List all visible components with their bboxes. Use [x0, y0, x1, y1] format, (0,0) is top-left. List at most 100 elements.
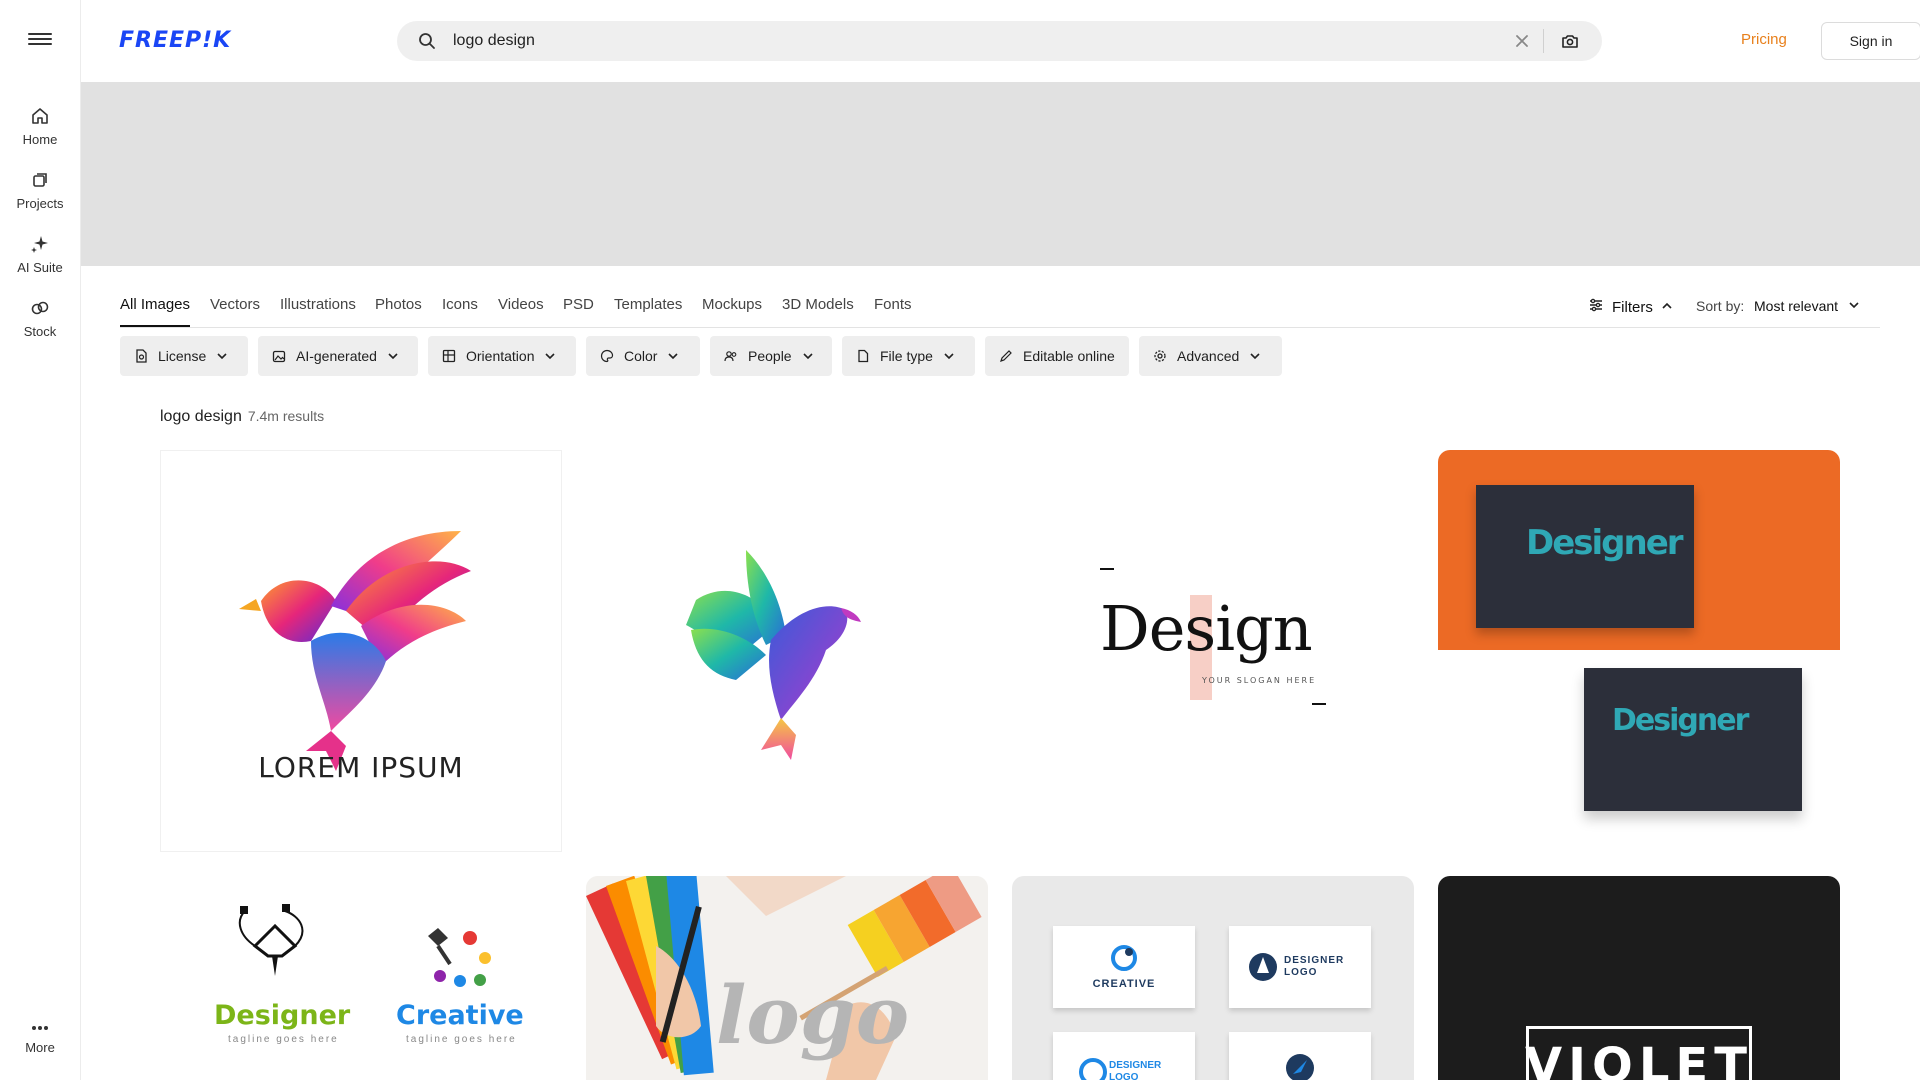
search-input[interactable] — [453, 29, 1453, 53]
home-icon — [30, 106, 50, 126]
filter-file-type[interactable]: File type — [842, 336, 975, 376]
filters-toggle[interactable]: Filters — [1588, 297, 1673, 317]
hummingbird-image — [686, 550, 861, 760]
search-divider — [1543, 29, 1544, 53]
filter-license[interactable]: License — [120, 336, 248, 376]
sidebar-item-more[interactable]: More — [0, 1020, 80, 1055]
result-tile[interactable]: CREATIVE DESIGNER LOGO DESIGNER LOGO — [1012, 876, 1414, 1080]
filter-label: AI-generated — [296, 348, 377, 364]
pen-tool-logo-image — [238, 904, 491, 987]
chevron-down-icon — [803, 353, 813, 360]
result-tile[interactable]: VIOLET — [1438, 876, 1840, 1080]
tab-3d-models[interactable]: 3D Models — [782, 296, 854, 313]
tab-fonts[interactable]: Fonts — [874, 296, 912, 313]
tab-photos[interactable]: Photos — [375, 296, 422, 313]
business-card-back: Designer — [1584, 668, 1802, 811]
sidebar-item-label: Projects — [16, 196, 64, 211]
chevron-down-icon — [668, 353, 679, 360]
tile-caption: Designer — [1612, 703, 1749, 738]
filter-people[interactable]: People — [710, 336, 832, 376]
result-tile[interactable]: Designer tagline goes here Creative tagl… — [160, 876, 562, 1080]
tile-subcaption: YOUR SLOGAN HERE — [1202, 676, 1317, 685]
card-caption: DESIGNER LOGO — [1109, 1060, 1162, 1080]
chevron-up-icon — [1661, 299, 1673, 316]
clear-icon[interactable] — [1512, 31, 1532, 51]
search-icon[interactable] — [417, 31, 437, 51]
tab-videos[interactable]: Videos — [498, 296, 544, 313]
card-caption: CREATIVE — [1092, 978, 1156, 990]
sidebar-item-projects[interactable]: Projects — [0, 170, 80, 211]
palette-icon — [600, 349, 614, 363]
card-caption: DESIGNER LOGO — [1284, 955, 1345, 978]
filter-label: Editable online — [1023, 348, 1115, 364]
orientation-icon — [442, 349, 456, 363]
results-query: logo design — [160, 408, 242, 425]
filter-label: License — [158, 348, 207, 364]
top-bar: FREEP!K Pricing Sign in — [81, 0, 1920, 82]
tab-templates[interactable]: Templates — [614, 296, 682, 313]
bird-logo-image — [239, 531, 471, 771]
brand-logo[interactable]: FREEP!K — [119, 28, 231, 53]
logo-card — [1229, 1032, 1371, 1080]
swirl-icon — [1111, 945, 1137, 971]
tile-subcaption-2: tagline goes here — [406, 1034, 517, 1045]
result-tile[interactable]: logo — [586, 876, 988, 1080]
tile-caption-2: Creative — [396, 1000, 524, 1031]
tile-caption: Design — [1100, 592, 1313, 665]
tab-mockups[interactable]: Mockups — [702, 296, 762, 313]
chevron-down-icon — [388, 353, 398, 360]
filter-editable-online[interactable]: Editable online — [985, 336, 1129, 376]
sidebar-item-label: Stock — [23, 324, 57, 339]
chevron-down-icon — [1848, 298, 1860, 314]
tile-caption: Designer — [1526, 523, 1684, 563]
tab-psd[interactable]: PSD — [563, 296, 594, 313]
result-tile[interactable]: Design YOUR SLOGAN HERE — [1012, 450, 1414, 852]
tab-illustrations[interactable]: Illustrations — [280, 296, 356, 313]
license-icon — [136, 349, 147, 363]
filter-label: Advanced — [1177, 348, 1240, 364]
results-summary: logo design 7.4m results — [160, 408, 324, 426]
pricing-link[interactable]: Pricing — [1741, 31, 1787, 48]
chevron-down-icon — [217, 353, 227, 360]
tile-subcaption: tagline goes here — [228, 1034, 339, 1045]
tile-caption: VIOLET — [1525, 1038, 1753, 1080]
business-card-front: Designer — [1476, 485, 1694, 628]
gear-icon — [1154, 350, 1166, 362]
result-tile[interactable]: LOREM IPSUM — [160, 450, 562, 852]
sort-label: Sort by: — [1696, 298, 1745, 314]
sort-value: Most relevant — [1754, 298, 1839, 314]
people-icon — [724, 351, 737, 362]
tab-icons[interactable]: Icons — [442, 296, 478, 313]
search-bar — [397, 21, 1602, 61]
results-count: 7.4m results — [247, 408, 325, 424]
corner-mark — [1312, 703, 1326, 705]
filter-advanced[interactable]: Advanced — [1139, 336, 1282, 376]
sidebar-item-home[interactable]: Home — [0, 106, 80, 147]
filter-color[interactable]: Color — [586, 336, 700, 376]
filter-orientation[interactable]: Orientation — [428, 336, 576, 376]
sort-select[interactable]: Most relevant — [1754, 298, 1860, 314]
menu-icon[interactable] — [28, 30, 52, 50]
tile-caption: LOREM IPSUM — [258, 751, 464, 784]
result-tile[interactable]: Designer Designer — [1438, 450, 1840, 852]
tab-vectors[interactable]: Vectors — [210, 296, 260, 313]
tile-caption: Designer — [214, 1000, 351, 1031]
camera-icon[interactable] — [1560, 31, 1580, 51]
pen-icon — [1000, 350, 1012, 362]
result-tile[interactable] — [586, 450, 988, 852]
projects-icon — [30, 170, 50, 190]
compass-icon — [1286, 1054, 1314, 1080]
chevron-down-icon — [944, 353, 954, 360]
sidebar-item-stock[interactable]: Stock — [0, 298, 80, 339]
ai-image-icon — [272, 350, 286, 363]
filter-label: People — [748, 348, 792, 364]
sparkle-icon — [30, 234, 50, 254]
tab-all-images[interactable]: All Images — [120, 296, 191, 327]
sidebar-item-label: More — [25, 1040, 55, 1055]
tile-caption: logo — [716, 968, 910, 1062]
sidebar-item-ai-suite[interactable]: AI Suite — [0, 234, 80, 275]
filters-label: Filters — [1612, 298, 1653, 316]
sign-in-button[interactable]: Sign in — [1821, 22, 1920, 60]
filter-ai-generated[interactable]: AI-generated — [258, 336, 418, 376]
logo-card: DESIGNER LOGO — [1053, 1032, 1195, 1080]
